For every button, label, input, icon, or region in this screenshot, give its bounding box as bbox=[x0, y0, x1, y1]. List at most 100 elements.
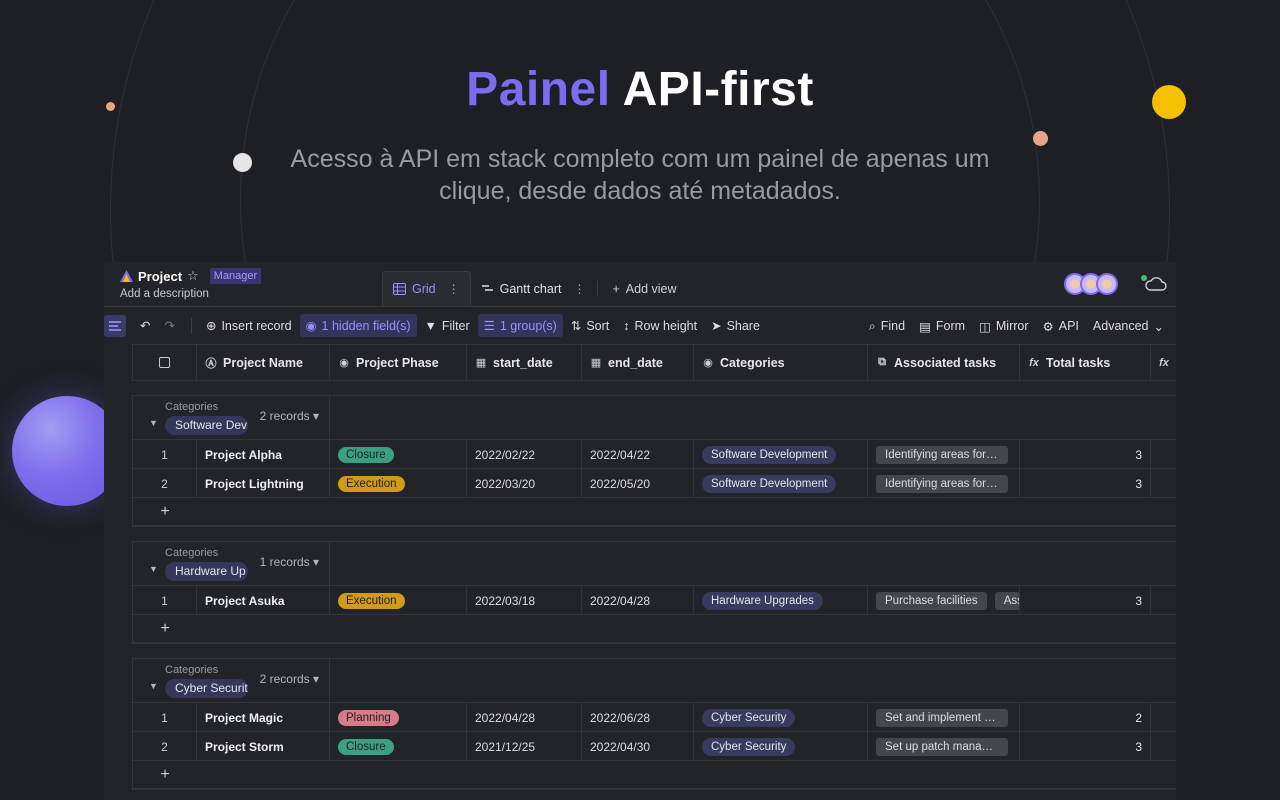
col-header-associated-tasks[interactable]: ⧉ Associated tasks bbox=[868, 345, 1020, 380]
end-date-cell[interactable]: 2022/04/28 bbox=[582, 586, 694, 615]
project-phase-cell[interactable]: Closure bbox=[330, 732, 467, 761]
caret-down-icon[interactable]: ▼ bbox=[149, 564, 158, 574]
table-row[interactable]: 1 Project Magic Planning 2022/04/28 2022… bbox=[133, 703, 1176, 732]
col-header-project-phase[interactable]: ◉ Project Phase bbox=[330, 345, 467, 380]
add-circle-icon: ⊕ bbox=[205, 319, 217, 333]
project-name-cell[interactable]: Project Storm bbox=[197, 732, 330, 761]
api-button[interactable]: ⚙ API bbox=[1037, 315, 1085, 338]
group-record-count[interactable]: 1 records ▾ bbox=[260, 555, 319, 569]
project-name-cell[interactable]: Project Lightning bbox=[197, 469, 330, 498]
row-height-button[interactable]: ↕ Row height bbox=[617, 315, 703, 337]
col-header-end-date[interactable]: ▦ end_date bbox=[582, 345, 694, 380]
avatar-face bbox=[1070, 279, 1080, 289]
more-icon[interactable]: ⋮ bbox=[448, 282, 460, 296]
start-date-cell[interactable]: 2021/12/25 bbox=[467, 732, 582, 761]
tab-grid[interactable]: Grid ⋮ bbox=[382, 271, 471, 306]
col-header-categories[interactable]: ◉ Categories bbox=[694, 345, 868, 380]
sync-status[interactable] bbox=[1141, 275, 1168, 297]
col-header-more[interactable]: fx bbox=[1151, 345, 1176, 380]
start-date-cell[interactable]: 2022/03/20 bbox=[467, 469, 582, 498]
end-date-cell[interactable]: 2022/05/20 bbox=[582, 469, 694, 498]
caret-down-icon[interactable]: ▼ bbox=[149, 418, 158, 428]
project-name[interactable]: Project bbox=[138, 269, 182, 284]
table-row[interactable]: 1 Project Asuka Execution 2022/03/18 202… bbox=[133, 586, 1176, 615]
end-date-cell[interactable]: 2022/04/22 bbox=[582, 440, 694, 469]
project-phase-cell[interactable]: Closure bbox=[330, 440, 467, 469]
select-all-cell[interactable] bbox=[133, 345, 197, 380]
category-cell[interactable]: Hardware Upgrades bbox=[694, 586, 868, 615]
table-row[interactable]: 1 Project Alpha Closure 2022/02/22 2022/… bbox=[133, 440, 1176, 469]
formula-icon: fx bbox=[1029, 356, 1039, 369]
mirror-button[interactable]: ◫ Mirror bbox=[973, 315, 1034, 338]
add-record-button[interactable]: + bbox=[133, 615, 197, 643]
associated-tasks-cell[interactable]: Set and implement u... bbox=[868, 703, 1020, 732]
collaborator-avatars[interactable] bbox=[1064, 273, 1118, 295]
associated-tasks-cell[interactable]: Purchase facilities Assemble bbox=[868, 586, 1020, 615]
end-date-cell[interactable]: 2022/06/28 bbox=[582, 703, 694, 732]
avatar[interactable] bbox=[1096, 273, 1118, 295]
project-description[interactable]: Add a description bbox=[120, 288, 261, 300]
group-button[interactable]: ☰ 1 group(s) bbox=[477, 314, 563, 337]
category-cell[interactable]: Software Development bbox=[694, 440, 868, 469]
group-header[interactable]: ▼ Categories Hardware Up 1 records ▾ bbox=[133, 542, 1176, 586]
start-date-cell[interactable]: 2022/02/22 bbox=[467, 440, 582, 469]
end-date-cell[interactable]: 2022/04/30 bbox=[582, 732, 694, 761]
select-all-checkbox[interactable] bbox=[159, 357, 170, 368]
redo-button[interactable]: ↷ bbox=[158, 314, 180, 337]
category-cell[interactable]: Cyber Security bbox=[694, 732, 868, 761]
project-phase-cell[interactable]: Planning bbox=[330, 703, 467, 732]
group-record-count[interactable]: 2 records ▾ bbox=[260, 672, 319, 686]
category-chip: Cyber Security bbox=[702, 737, 796, 756]
col-header-start-date[interactable]: ▦ start_date bbox=[467, 345, 582, 380]
task-chip[interactable]: Set up patch management bbox=[876, 737, 1008, 756]
task-chip[interactable]: Identifying areas for improvement bbox=[876, 445, 1008, 464]
advanced-button[interactable]: Advanced ⌄ bbox=[1087, 315, 1170, 338]
task-chip[interactable]: Set and implement u... bbox=[876, 708, 1008, 727]
api-icon: ⚙ bbox=[1042, 319, 1054, 334]
insert-record-button[interactable]: ⊕ Insert record bbox=[200, 314, 298, 337]
col-label: end_date bbox=[608, 355, 663, 370]
project-name-cell[interactable]: Project Asuka bbox=[197, 586, 330, 615]
group-header[interactable]: ▼ Categories Cyber Securit 2 records ▾ bbox=[133, 659, 1176, 703]
hidden-fields-button[interactable]: ◉ 1 hidden field(s) bbox=[299, 314, 417, 337]
filter-button[interactable]: ▼ Filter bbox=[419, 315, 476, 337]
task-chip[interactable]: Purchase facilities bbox=[876, 591, 987, 610]
tab-gantt[interactable]: Gantt chart ⋮ bbox=[471, 271, 596, 306]
caret-down-icon[interactable]: ▼ bbox=[149, 681, 158, 691]
associated-tasks-cell[interactable]: Identifying areas for improvement bbox=[868, 469, 1020, 498]
find-button[interactable]: ⌕ Find bbox=[863, 315, 911, 338]
task-chip[interactable]: Identifying areas for improvement bbox=[876, 474, 1008, 493]
star-icon[interactable]: ☆ bbox=[187, 268, 199, 284]
sort-button[interactable]: ⇅ Sort bbox=[565, 314, 615, 337]
project-phase-cell[interactable]: Execution bbox=[330, 586, 467, 615]
more-icon[interactable]: ⋮ bbox=[573, 282, 585, 296]
add-record-row[interactable]: + bbox=[133, 615, 1176, 643]
table-row[interactable]: 2 Project Lightning Execution 2022/03/20… bbox=[133, 469, 1176, 498]
start-date-cell[interactable]: 2022/04/28 bbox=[467, 703, 582, 732]
category-cell[interactable]: Cyber Security bbox=[694, 703, 868, 732]
add-record-button[interactable]: + bbox=[133, 498, 197, 526]
associated-tasks-cell[interactable]: Identifying areas for improvement bbox=[868, 440, 1020, 469]
table-row[interactable]: 2 Project Storm Closure 2021/12/25 2022/… bbox=[133, 732, 1176, 761]
add-view-label: Add view bbox=[625, 281, 677, 296]
undo-button[interactable]: ↶ bbox=[134, 314, 156, 337]
col-header-total-tasks[interactable]: fx Total tasks bbox=[1020, 345, 1151, 380]
share-button[interactable]: ➤ Share bbox=[705, 314, 766, 337]
project-phase-cell[interactable]: Execution bbox=[330, 469, 467, 498]
add-record-row[interactable]: + bbox=[133, 761, 1176, 789]
start-date-cell[interactable]: 2022/03/18 bbox=[467, 586, 582, 615]
task-chip[interactable]: Assemble bbox=[994, 591, 1019, 610]
group-record-count[interactable]: 2 records ▾ bbox=[260, 409, 319, 423]
add-record-row[interactable]: + bbox=[133, 498, 1176, 526]
add-view-button[interactable]: + Add view bbox=[600, 271, 688, 306]
category-cell[interactable]: Software Development bbox=[694, 469, 868, 498]
project-name-cell[interactable]: Project Magic bbox=[197, 703, 330, 732]
hero-title-rest: API-first bbox=[622, 63, 814, 116]
col-header-project-name[interactable]: Ⓐ Project Name bbox=[197, 345, 330, 380]
add-record-button[interactable]: + bbox=[133, 761, 197, 789]
form-button[interactable]: ▤ Form bbox=[913, 315, 971, 338]
group-header[interactable]: ▼ Categories Software Dev 2 records ▾ bbox=[133, 396, 1176, 440]
project-name-cell[interactable]: Project Alpha bbox=[197, 440, 330, 469]
associated-tasks-cell[interactable]: Set up patch management bbox=[868, 732, 1020, 761]
sidebar-toggle-icon[interactable] bbox=[104, 314, 126, 337]
